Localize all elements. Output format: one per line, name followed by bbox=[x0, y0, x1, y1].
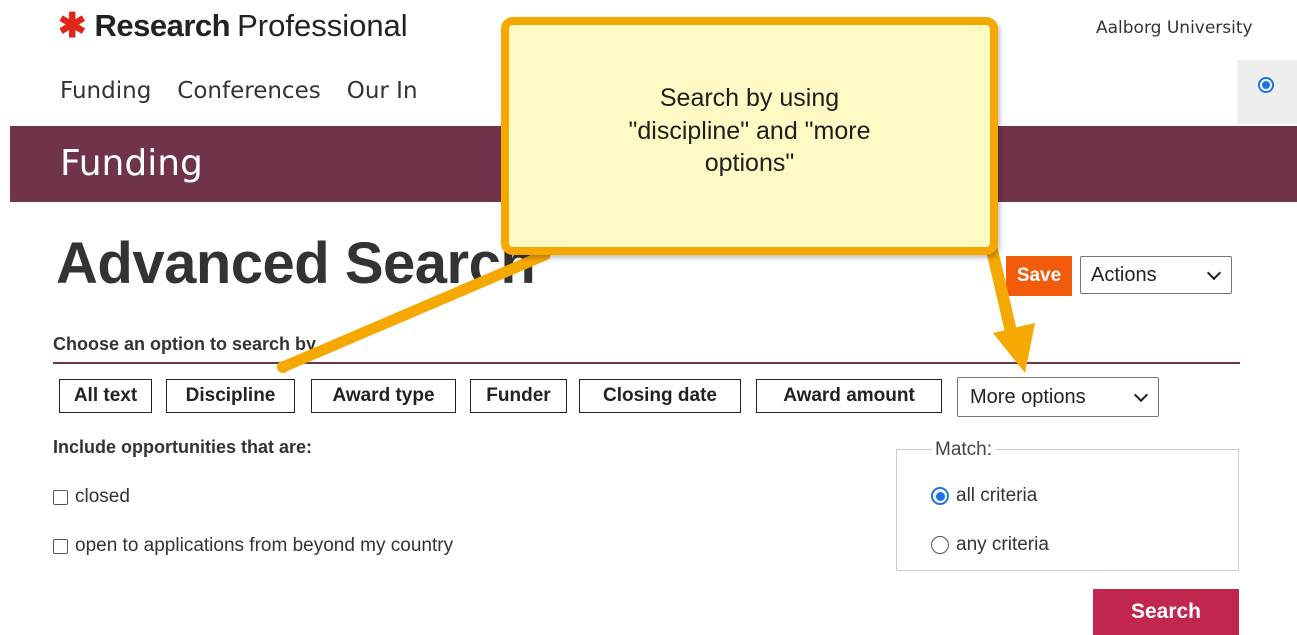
match-all-criteria-radio[interactable] bbox=[931, 487, 949, 505]
beyond-country-checkbox[interactable] bbox=[53, 538, 68, 554]
closed-checkbox-label: closed bbox=[75, 486, 130, 507]
actions-select[interactable]: Actions bbox=[1080, 256, 1232, 294]
nav-item-conferences[interactable]: Conferences bbox=[177, 78, 320, 104]
match-legend: Match: bbox=[932, 439, 996, 461]
option-funder-button[interactable]: Funder bbox=[470, 379, 567, 413]
brand-logo[interactable]: ✱ Research Professional bbox=[58, 6, 408, 46]
organization-name: Aalborg University bbox=[1096, 18, 1253, 38]
nav-item-our-insight[interactable]: Our In bbox=[347, 78, 418, 104]
beyond-country-checkbox-row[interactable]: open to applications from beyond my coun… bbox=[53, 535, 453, 557]
search-button[interactable]: Search bbox=[1093, 589, 1239, 635]
match-any-criteria-label: any criteria bbox=[956, 534, 1049, 555]
callout-text: Search by using "discipline" and "more o… bbox=[628, 84, 871, 178]
match-any-criteria-radio[interactable] bbox=[931, 536, 949, 554]
match-all-criteria-label: all criteria bbox=[956, 485, 1038, 506]
option-award-type-button[interactable]: Award type bbox=[311, 379, 456, 413]
more-options-selected-value: More options bbox=[970, 385, 1086, 408]
radio-selected-icon[interactable] bbox=[1258, 77, 1274, 93]
page-title: Advanced Search bbox=[56, 231, 536, 296]
main-nav: Funding Conferences Our In bbox=[60, 78, 444, 104]
asterisk-logo-icon: ✱ bbox=[58, 7, 87, 45]
option-discipline-button[interactable]: Discipline bbox=[166, 379, 295, 413]
beyond-country-checkbox-label: open to applications from beyond my coun… bbox=[75, 535, 454, 556]
closed-checkbox[interactable] bbox=[53, 489, 68, 505]
more-options-select[interactable]: More options bbox=[957, 377, 1159, 417]
match-all-criteria-row[interactable]: all criteria bbox=[931, 485, 1037, 507]
nav-item-funding[interactable]: Funding bbox=[60, 78, 151, 104]
brand-name-light: Professional bbox=[237, 8, 408, 43]
region-toggle[interactable] bbox=[1237, 60, 1297, 124]
actions-selected-value: Actions bbox=[1091, 263, 1157, 286]
section-title: Funding bbox=[60, 143, 203, 184]
option-closing-date-button[interactable]: Closing date bbox=[579, 379, 741, 413]
chevron-down-icon bbox=[1133, 387, 1149, 403]
section-divider bbox=[53, 362, 1240, 364]
closed-checkbox-row[interactable]: closed bbox=[53, 486, 130, 508]
chevron-down-icon bbox=[1206, 265, 1222, 281]
option-award-amount-button[interactable]: Award amount bbox=[756, 379, 942, 413]
choose-option-label: Choose an option to search by bbox=[53, 334, 317, 354]
brand-name-strong: Research bbox=[94, 8, 231, 43]
callout-box: Search by using "discipline" and "more o… bbox=[501, 17, 998, 255]
match-any-criteria-row[interactable]: any criteria bbox=[931, 534, 1049, 556]
include-opportunities-label: Include opportunities that are: bbox=[53, 437, 313, 457]
option-all-text-button[interactable]: All text bbox=[59, 379, 152, 413]
arrowhead-icon bbox=[993, 323, 1035, 373]
save-button[interactable]: Save bbox=[1006, 256, 1072, 296]
